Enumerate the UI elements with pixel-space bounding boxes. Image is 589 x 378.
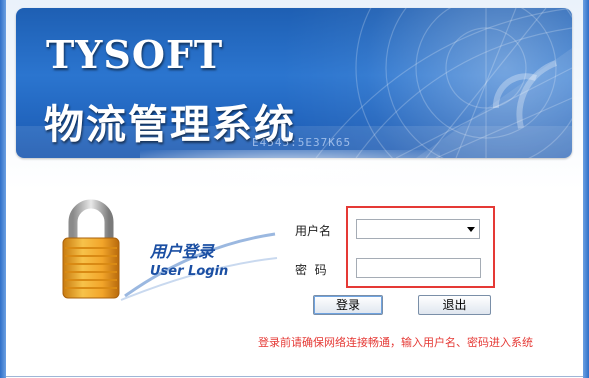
banner-code-text: E4545:5E37K65 xyxy=(252,136,352,149)
window-left-border xyxy=(0,0,6,378)
exit-button[interactable]: 退出 xyxy=(418,295,491,315)
brand-title: TYSOFT xyxy=(46,32,224,77)
login-button[interactable]: 登录 xyxy=(313,295,383,315)
chevron-down-icon[interactable] xyxy=(467,227,475,232)
password-label: 密 码 xyxy=(295,263,327,277)
username-label: 用户名 xyxy=(295,224,332,238)
login-title-cn: 用户登录 xyxy=(150,242,215,261)
username-select[interactable] xyxy=(356,219,480,239)
banner-glow xyxy=(140,150,440,190)
login-notice: 登录前请确保网络连接畅通，输入用户名、密码进入系统 xyxy=(258,336,533,349)
login-title-en: User Login xyxy=(150,264,229,279)
header-banner: TYSOFT 物流管理系统 E4545:5E37K65 xyxy=(16,8,572,158)
window-right-border xyxy=(583,0,589,378)
password-input[interactable] xyxy=(356,258,481,278)
